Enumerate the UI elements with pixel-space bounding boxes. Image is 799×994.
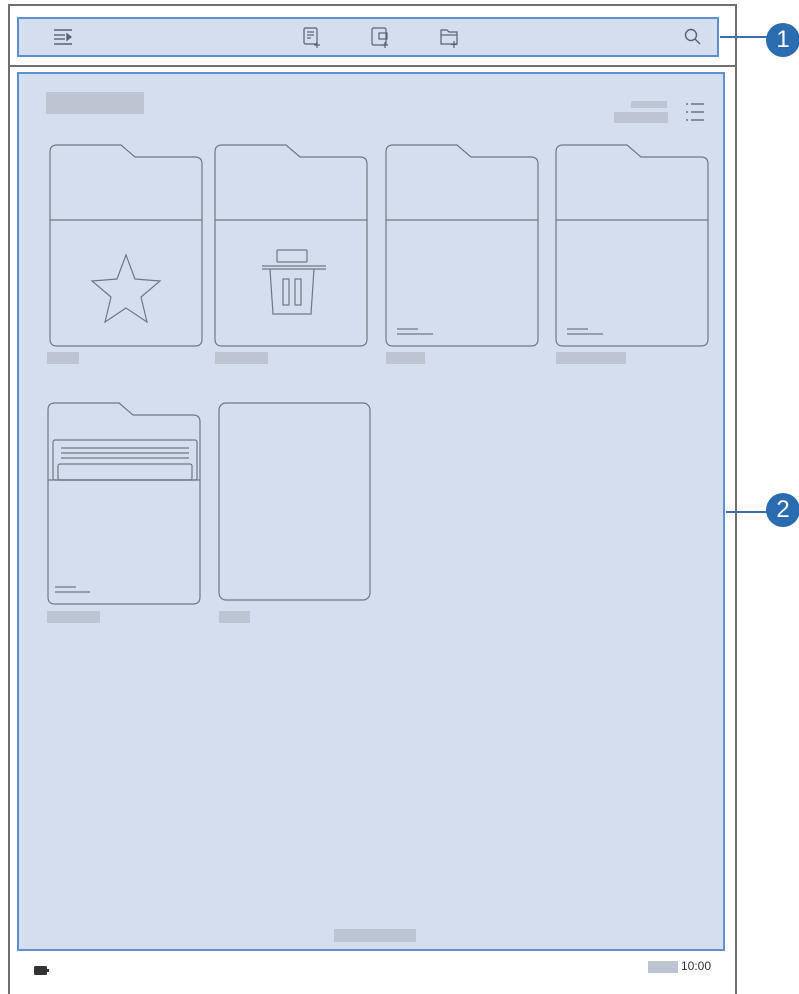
section-title-placeholder bbox=[46, 92, 144, 114]
import-file-icon[interactable] bbox=[371, 27, 391, 54]
trash-icon bbox=[262, 249, 326, 315]
clock: 10:00 bbox=[680, 959, 711, 973]
folder-with-documents[interactable] bbox=[47, 400, 205, 608]
status-bar: 10:00 bbox=[10, 956, 735, 986]
folder-name-placeholder bbox=[47, 611, 100, 623]
folder[interactable] bbox=[385, 142, 543, 350]
list-view-icon[interactable] bbox=[685, 102, 705, 127]
star-icon bbox=[90, 253, 162, 324]
folder-name-placeholder bbox=[47, 352, 79, 364]
toolbar bbox=[17, 17, 719, 57]
file-area bbox=[17, 72, 725, 951]
search-icon[interactable] bbox=[684, 28, 702, 51]
page-indicator-placeholder[interactable] bbox=[334, 929, 416, 942]
status-placeholder bbox=[648, 961, 678, 973]
toolbar-divider bbox=[10, 65, 735, 67]
folder-trash[interactable] bbox=[214, 142, 372, 350]
folder[interactable] bbox=[555, 142, 713, 350]
folder-name-placeholder bbox=[556, 352, 626, 364]
callout-1: 1 bbox=[766, 23, 799, 57]
callout-2: 2 bbox=[766, 493, 799, 527]
folder-favorites[interactable] bbox=[49, 142, 207, 350]
sidebar-menu-icon[interactable] bbox=[53, 28, 73, 51]
battery-icon bbox=[34, 962, 50, 980]
notebook[interactable] bbox=[218, 402, 372, 602]
sort-value-placeholder[interactable] bbox=[614, 112, 668, 123]
folder-name-placeholder bbox=[215, 352, 268, 364]
new-folder-icon[interactable] bbox=[440, 27, 460, 54]
sort-label-placeholder[interactable] bbox=[631, 101, 667, 108]
callout-line-1 bbox=[720, 36, 772, 38]
new-note-icon[interactable] bbox=[303, 27, 321, 54]
notebook-name-placeholder bbox=[219, 611, 250, 623]
folder-name-placeholder bbox=[386, 352, 425, 364]
